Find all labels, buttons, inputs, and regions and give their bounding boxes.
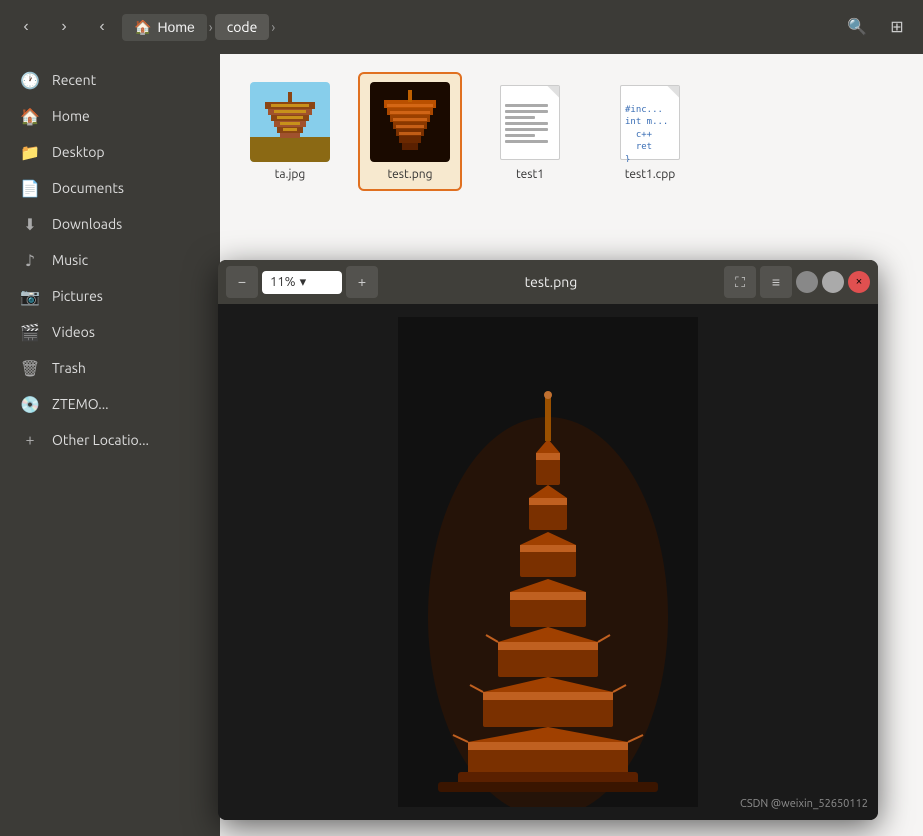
file-thumbnail-test1 bbox=[490, 82, 570, 162]
other-icon: + bbox=[20, 430, 40, 450]
sidebar-item-desktop[interactable]: 📁 Desktop bbox=[4, 134, 216, 170]
viewer-content: CSDN @weixin_52650112 bbox=[218, 304, 878, 820]
file-thumbnail-cpp: #inc... int m... c++ ret } bbox=[610, 82, 690, 162]
close-button[interactable]: × bbox=[848, 271, 870, 293]
cpp-icon: #inc... int m... c++ ret } bbox=[620, 85, 680, 160]
sidebar-item-music[interactable]: ♪ Music bbox=[4, 242, 216, 278]
trash-icon: 🗑 bbox=[20, 358, 40, 378]
up-button[interactable]: ‹ bbox=[84, 9, 120, 45]
view-toggle-button[interactable]: ⊞ bbox=[879, 9, 915, 45]
file-label-test1: test1 bbox=[516, 168, 544, 181]
downloads-icon: ⬇ bbox=[20, 214, 40, 234]
sidebar-item-downloads[interactable]: ⬇ Downloads bbox=[4, 206, 216, 242]
minimize-button[interactable] bbox=[796, 271, 818, 293]
document-icon bbox=[500, 85, 560, 160]
file-label-test: test.png bbox=[387, 168, 432, 181]
sidebar-item-recent[interactable]: 🕐 Recent bbox=[4, 62, 216, 98]
breadcrumb: 🏠 Home › code › bbox=[122, 14, 837, 41]
file-thumbnail-test bbox=[370, 82, 450, 162]
window-controls: × bbox=[796, 271, 870, 293]
sidebar-item-documents[interactable]: 📄 Documents bbox=[4, 170, 216, 206]
sidebar-item-videos[interactable]: 🎬 Videos bbox=[4, 314, 216, 350]
menu-button[interactable]: ≡ bbox=[760, 266, 792, 298]
sidebar-item-other[interactable]: + Other Locatio... bbox=[4, 422, 216, 458]
recent-icon: 🕐 bbox=[20, 70, 40, 90]
pagoda-image bbox=[218, 304, 878, 820]
home-icon: 🏠 bbox=[134, 19, 151, 36]
file-item-ta-jpg[interactable]: ta.jpg bbox=[240, 74, 340, 189]
sidebar-item-trash[interactable]: 🗑 Trash bbox=[4, 350, 216, 386]
watermark: CSDN @weixin_52650112 bbox=[740, 798, 868, 810]
maximize-button[interactable] bbox=[822, 271, 844, 293]
viewer-titlebar: − 11% ▾ + test.png ⛶ ≡ × bbox=[218, 260, 878, 304]
desktop-icon: 📁 bbox=[20, 142, 40, 162]
dropdown-arrow: ▾ bbox=[300, 275, 307, 290]
file-item-test-png[interactable]: test.png bbox=[360, 74, 460, 189]
file-item-test1-cpp[interactable]: #inc... int m... c++ ret } test1.cpp bbox=[600, 74, 700, 189]
sidebar-item-home[interactable]: 🏠 Home bbox=[4, 98, 216, 134]
toolbar: ‹ › ‹ 🏠 Home › code › 🔍 ⊞ bbox=[0, 0, 923, 54]
breadcrumb-separator-2: › bbox=[271, 19, 275, 35]
file-label-cpp: test1.cpp bbox=[625, 168, 676, 181]
zoom-value: 11% bbox=[270, 275, 296, 289]
breadcrumb-home[interactable]: 🏠 Home bbox=[122, 14, 207, 41]
pagoda-svg bbox=[398, 317, 698, 807]
sidebar-item-ztemo[interactable]: 💿 ZTEMO... bbox=[4, 386, 216, 422]
file-thumbnail-ta bbox=[250, 82, 330, 162]
ztemo-icon: 💿 bbox=[20, 394, 40, 414]
home-sidebar-icon: 🏠 bbox=[20, 106, 40, 126]
sidebar-item-pictures[interactable]: 📷 Pictures bbox=[4, 278, 216, 314]
zoom-out-button[interactable]: − bbox=[226, 266, 258, 298]
back-button[interactable]: ‹ bbox=[8, 9, 44, 45]
zoom-in-button[interactable]: + bbox=[346, 266, 378, 298]
expand-button[interactable]: ⛶ bbox=[724, 266, 756, 298]
pictures-icon: 📷 bbox=[20, 286, 40, 306]
breadcrumb-current: code bbox=[215, 14, 270, 40]
image-viewer-window: − 11% ▾ + test.png ⛶ ≡ × bbox=[218, 260, 878, 820]
music-icon: ♪ bbox=[20, 250, 40, 270]
file-item-test1[interactable]: test1 bbox=[480, 74, 580, 189]
sidebar: 🕐 Recent 🏠 Home 📁 Desktop 📄 Documents ⬇ … bbox=[0, 54, 220, 836]
viewer-title: test.png bbox=[382, 274, 720, 290]
zoom-display: 11% ▾ bbox=[262, 271, 342, 294]
search-button[interactable]: 🔍 bbox=[839, 9, 875, 45]
ta-jpg-thumbnail bbox=[250, 82, 330, 162]
breadcrumb-separator: › bbox=[209, 19, 213, 35]
documents-icon: 📄 bbox=[20, 178, 40, 198]
file-label-ta: ta.jpg bbox=[275, 168, 306, 181]
toolbar-right: 🔍 ⊞ bbox=[839, 9, 915, 45]
forward-button[interactable]: › bbox=[46, 9, 82, 45]
test-png-thumbnail bbox=[370, 82, 450, 162]
videos-icon: 🎬 bbox=[20, 322, 40, 342]
